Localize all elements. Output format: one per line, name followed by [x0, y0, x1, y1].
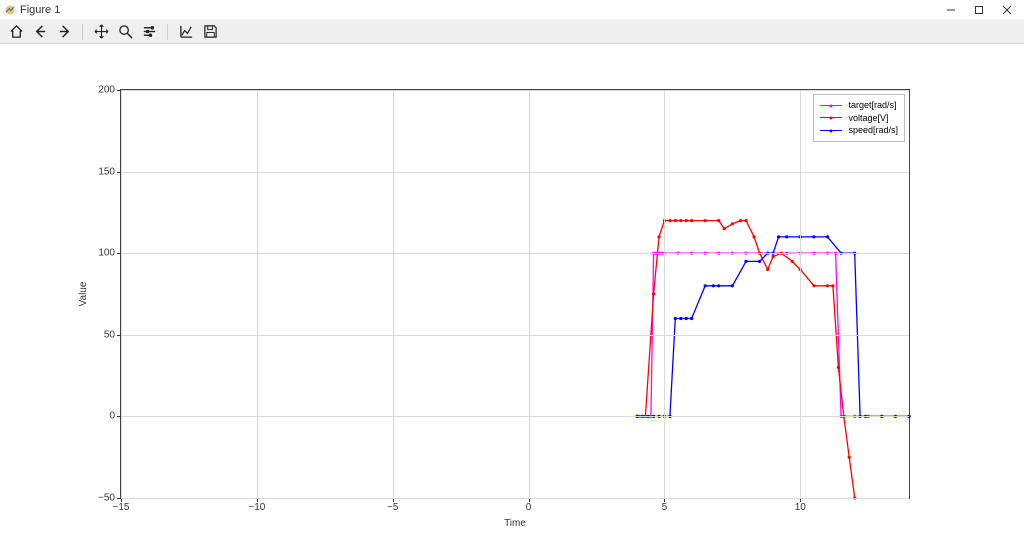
series-marker	[826, 235, 829, 238]
legend-label: target[rad/s]	[848, 99, 896, 112]
y-axis-label: Value	[78, 282, 89, 307]
gridline-v	[257, 90, 258, 498]
forward-button[interactable]	[54, 22, 74, 42]
series-marker	[785, 235, 788, 238]
app-icon	[4, 4, 16, 16]
series-marker	[657, 235, 660, 238]
close-button[interactable]	[1000, 3, 1014, 17]
series-marker	[685, 317, 688, 320]
series-marker	[848, 456, 851, 459]
x-tick-label: 5	[662, 502, 668, 513]
series-marker	[772, 255, 775, 258]
gridline-v	[800, 90, 801, 498]
series-marker	[744, 260, 747, 263]
tickmark	[117, 253, 121, 254]
tickmark	[117, 416, 121, 417]
series-marker	[652, 292, 655, 295]
axes: Time Value target[rad/s] voltage[V] spee…	[120, 89, 910, 499]
zoom-button[interactable]	[115, 22, 135, 42]
series-marker	[731, 222, 734, 225]
x-tick-label: −5	[387, 502, 398, 513]
series-marker	[753, 235, 756, 238]
series-marker	[717, 284, 720, 287]
gridline-h	[121, 498, 909, 499]
series-marker	[690, 219, 693, 222]
tickmark	[117, 335, 121, 336]
series-marker	[704, 219, 707, 222]
series-marker	[812, 284, 815, 287]
series-marker	[685, 219, 688, 222]
home-button[interactable]	[6, 22, 26, 42]
x-tick-label: 0	[526, 502, 532, 513]
maximize-button[interactable]	[972, 3, 986, 17]
series-marker	[766, 268, 769, 271]
series-marker	[679, 317, 682, 320]
x-tick-label: −15	[113, 502, 130, 513]
minimize-button[interactable]	[944, 3, 958, 17]
gridline-h	[121, 253, 909, 254]
legend: target[rad/s] voltage[V] speed[rad/s]	[813, 94, 905, 142]
figure-canvas[interactable]: Time Value target[rad/s] voltage[V] spee…	[0, 44, 1024, 555]
legend-swatch	[820, 105, 842, 106]
x-axis-label: Time	[504, 518, 526, 529]
legend-swatch	[820, 130, 842, 131]
gridline-h	[121, 416, 909, 417]
series-marker	[712, 284, 715, 287]
series-marker	[723, 227, 726, 230]
axes-button[interactable]	[176, 22, 196, 42]
legend-item-voltage: voltage[V]	[820, 112, 898, 125]
series-marker	[690, 317, 693, 320]
series-marker	[704, 284, 707, 287]
gridline-v	[121, 90, 122, 498]
x-tick-label: 10	[795, 502, 806, 513]
subplots-button[interactable]	[139, 22, 159, 42]
series-marker	[731, 284, 734, 287]
y-tick-label: 0	[109, 411, 115, 422]
gridline-v	[664, 90, 665, 498]
pan-button[interactable]	[91, 22, 111, 42]
window-title: Figure 1	[20, 4, 60, 16]
legend-item-target: target[rad/s]	[820, 99, 898, 112]
series-marker	[679, 219, 682, 222]
series-marker	[837, 366, 840, 369]
y-tick-label: 200	[98, 85, 115, 96]
legend-item-speed: speed[rad/s]	[820, 124, 898, 137]
y-tick-label: −50	[98, 493, 115, 504]
save-button[interactable]	[200, 22, 220, 42]
gridline-v	[529, 90, 530, 498]
series-marker	[826, 284, 829, 287]
tickmark	[117, 172, 121, 173]
series-marker	[758, 260, 761, 263]
tickmark	[117, 498, 121, 499]
tickmark	[117, 90, 121, 91]
series-marker	[674, 317, 677, 320]
series-marker	[717, 219, 720, 222]
toolbar-separator	[167, 24, 168, 40]
gridline-h	[121, 172, 909, 173]
legend-label: voltage[V]	[848, 112, 888, 125]
series-marker	[791, 260, 794, 263]
x-tick-label: −10	[248, 502, 265, 513]
series-marker	[668, 219, 671, 222]
y-tick-label: 150	[98, 166, 115, 177]
gridline-v	[393, 90, 394, 498]
series-marker	[739, 219, 742, 222]
mpl-toolbar	[0, 20, 1024, 44]
gridline-h	[121, 90, 909, 91]
gridline-h	[121, 335, 909, 336]
series-marker	[831, 284, 834, 287]
titlebar: Figure 1	[0, 0, 1024, 20]
series-marker	[812, 235, 815, 238]
legend-label: speed[rad/s]	[848, 124, 898, 137]
series-layer	[121, 90, 909, 498]
back-button[interactable]	[30, 22, 50, 42]
y-tick-label: 100	[98, 248, 115, 259]
series-marker	[744, 219, 747, 222]
series-marker	[777, 235, 780, 238]
series-marker	[674, 219, 677, 222]
toolbar-separator	[82, 24, 83, 40]
legend-swatch	[820, 117, 842, 118]
y-tick-label: 50	[104, 329, 115, 340]
series-line	[637, 237, 909, 417]
